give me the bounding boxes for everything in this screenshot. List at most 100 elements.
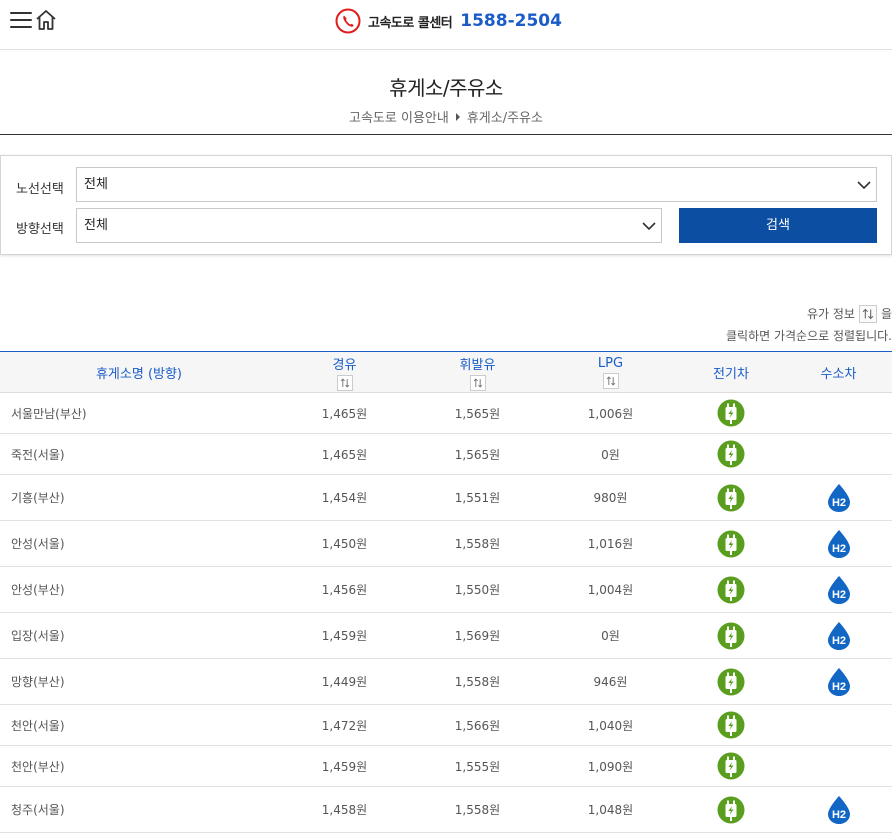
ev-cell xyxy=(677,612,785,659)
breadcrumb: 고속도로 이용안내 휴게소/주유소 xyxy=(0,107,892,126)
top-bar: 고속도로 콜센터 1588-2504 xyxy=(0,0,892,50)
sort-lpg-icon[interactable] xyxy=(602,372,619,389)
route-select-value: 전체 xyxy=(84,177,108,192)
hydrogen-cell: H2 xyxy=(785,786,892,833)
table-row[interactable]: 천안(부산) 1,459원 1,555원 1,090원 xyxy=(0,745,892,787)
ev-cell xyxy=(677,520,785,567)
chevron-down-icon xyxy=(642,222,656,231)
gasoline-price: 1,566원 xyxy=(411,704,544,746)
header-lpg: LPG xyxy=(544,352,677,393)
header-diesel: 경유 xyxy=(278,352,411,393)
diesel-price: 1,465원 xyxy=(278,392,411,434)
h2-label: H2 xyxy=(831,635,845,647)
lpg-price: 980원 xyxy=(544,474,677,521)
rest-area-name[interactable]: 기흥(부산) xyxy=(0,474,278,521)
rest-area-name[interactable]: 망향(부산) xyxy=(0,658,278,705)
callcenter-number[interactable]: 1588-2504 xyxy=(460,11,562,31)
table-header-row: 휴게소명 (방향) 경유 휘발유 LPG 전기차 수소차 xyxy=(0,351,892,393)
diesel-price: 1,450원 xyxy=(278,520,411,567)
phone-icon xyxy=(335,8,361,34)
rest-area-name[interactable]: 죽전(서울) xyxy=(0,433,278,475)
ev-charger-icon xyxy=(717,530,745,557)
home-icon[interactable] xyxy=(35,9,57,31)
hydrogen-cell: H2 xyxy=(785,566,892,613)
lpg-price: 1,016원 xyxy=(544,520,677,567)
hydrogen-cell xyxy=(785,392,892,434)
ev-charger-icon xyxy=(717,399,745,427)
filter-panel: 노선선택 전체 방향선택 전체 검색 xyxy=(0,155,892,255)
hydrogen-drop-icon: H2 xyxy=(827,667,850,696)
callcenter-info[interactable]: 고속도로 콜센터 1588-2504 xyxy=(335,8,562,34)
lpg-price: 1,006원 xyxy=(544,392,677,434)
breadcrumb-separator-icon xyxy=(455,112,460,121)
hydrogen-drop-icon: H2 xyxy=(827,529,850,558)
gasoline-price: 1,565원 xyxy=(411,392,544,434)
table-row[interactable]: 천안(서울) 1,472원 1,566원 1,040원 xyxy=(0,704,892,746)
diesel-price: 1,459원 xyxy=(278,745,411,787)
route-label: 노선선택 xyxy=(16,182,64,197)
lpg-price: 0원 xyxy=(544,433,677,475)
hydrogen-cell xyxy=(785,704,892,746)
table-row[interactable]: 입장(서울) 1,459원 1,569원 0원 H2 xyxy=(0,612,892,659)
search-button[interactable]: 검색 xyxy=(679,208,877,243)
ev-charger-icon xyxy=(717,668,745,695)
direction-select-value: 전체 xyxy=(84,218,108,233)
sort-diesel-icon[interactable] xyxy=(336,374,353,391)
hydrogen-drop-icon: H2 xyxy=(827,575,850,604)
direction-select[interactable]: 전체 xyxy=(76,208,662,243)
route-select[interactable]: 전체 xyxy=(76,167,877,202)
header-gasoline-label: 휘발유 xyxy=(459,357,496,373)
table-row[interactable]: 죽전(서울) 1,465원 1,565원 0원 xyxy=(0,433,892,475)
hydrogen-cell xyxy=(785,745,892,787)
hydrogen-cell: H2 xyxy=(785,658,892,705)
ev-charger-icon xyxy=(717,752,745,780)
gasoline-price: 1,558원 xyxy=(411,658,544,705)
sort-arrows-icon xyxy=(858,305,877,323)
sort-gasoline-icon[interactable] xyxy=(469,374,486,391)
table-row[interactable]: 안성(서울) 1,450원 1,558원 1,016원 H2 xyxy=(0,520,892,567)
h2-label: H2 xyxy=(831,497,845,509)
header-name: 휴게소명 (방향) xyxy=(95,366,183,382)
hydrogen-drop-icon: H2 xyxy=(827,483,850,512)
gasoline-price: 1,555원 xyxy=(411,745,544,787)
sort-info-prefix: 유가 정보 xyxy=(806,307,855,321)
ev-cell xyxy=(677,786,785,833)
hydrogen-cell: H2 xyxy=(785,474,892,521)
diesel-price: 1,472원 xyxy=(278,704,411,746)
ev-charger-icon xyxy=(717,440,745,468)
table-row[interactable]: 기흥(부산) 1,454원 1,551원 980원 H2 xyxy=(0,474,892,521)
rest-area-table: 휴게소명 (방향) 경유 휘발유 LPG 전기차 수소차 서울만남(부산) 1,4… xyxy=(0,351,892,833)
rest-area-name[interactable]: 청주(서울) xyxy=(0,786,278,833)
breadcrumb-item-usage-guide[interactable]: 고속도로 이용안내 xyxy=(349,107,449,126)
lpg-price: 1,048원 xyxy=(544,786,677,833)
ev-cell xyxy=(677,392,785,434)
table-row[interactable]: 서울만남(부산) 1,465원 1,565원 1,006원 xyxy=(0,392,892,434)
diesel-price: 1,465원 xyxy=(278,433,411,475)
breadcrumb-item-current: 휴게소/주유소 xyxy=(466,111,543,126)
h2-label: H2 xyxy=(831,681,845,693)
gasoline-price: 1,550원 xyxy=(411,566,544,613)
diesel-price: 1,458원 xyxy=(278,786,411,833)
header-ev: 전기차 xyxy=(713,366,749,382)
ev-cell xyxy=(677,474,785,521)
rest-area-name[interactable]: 천안(서울) xyxy=(0,704,278,746)
table-row[interactable]: 안성(부산) 1,456원 1,550원 1,004원 H2 xyxy=(0,566,892,613)
hydrogen-drop-icon: H2 xyxy=(827,795,850,824)
gasoline-price: 1,551원 xyxy=(411,474,544,521)
ev-cell xyxy=(677,433,785,475)
rest-area-name[interactable]: 서울만남(부산) xyxy=(0,392,278,434)
table-row[interactable]: 청주(서울) 1,458원 1,558원 1,048원 H2 xyxy=(0,786,892,833)
table-row[interactable]: 망향(부산) 1,449원 1,558원 946원 H2 xyxy=(0,658,892,705)
page-title: 휴게소/주유소 xyxy=(389,76,503,100)
rest-area-name[interactable]: 입장(서울) xyxy=(0,612,278,659)
table-body: 서울만남(부산) 1,465원 1,565원 1,006원 죽전(서울) 1,465원 1,… xyxy=(0,392,892,833)
chevron-down-icon xyxy=(857,181,871,190)
hamburger-menu-icon[interactable] xyxy=(10,12,32,32)
rest-area-name[interactable]: 안성(부산) xyxy=(0,566,278,613)
gasoline-price: 1,565원 xyxy=(411,433,544,475)
callcenter-label: 고속도로 콜센터 xyxy=(368,15,453,31)
ev-charger-icon xyxy=(717,484,745,511)
ev-charger-icon xyxy=(717,576,745,603)
rest-area-name[interactable]: 안성(서울) xyxy=(0,520,278,567)
rest-area-name[interactable]: 천안(부산) xyxy=(0,745,278,787)
